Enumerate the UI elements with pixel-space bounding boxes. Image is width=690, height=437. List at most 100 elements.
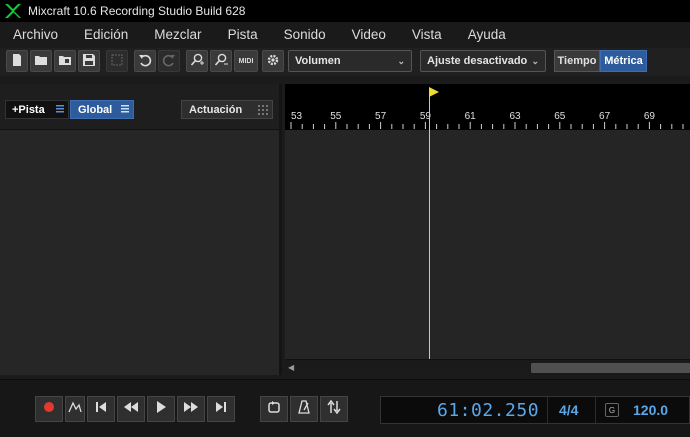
undo-icon: [138, 52, 152, 71]
save-button[interactable]: [78, 50, 100, 72]
ruler-label: 55: [330, 111, 342, 122]
transport-options: [260, 396, 350, 422]
timeline-area: 53 55 57 59 61 63 65 67 69 ◀: [285, 84, 690, 375]
mixcraft-window: Mixcraft 10.6 Recording Studio Build 628…: [0, 0, 690, 437]
undo-button[interactable]: [134, 50, 156, 72]
play-button[interactable]: [147, 396, 175, 422]
zoom-in-icon: [190, 52, 204, 71]
zoom-out-button[interactable]: [210, 50, 232, 72]
menu-lines-icon: [120, 104, 130, 117]
open-project-button[interactable]: [30, 50, 52, 72]
metric-mode-label: Métrica: [604, 55, 643, 67]
chevron-down-icon: ⌄: [531, 55, 539, 66]
time-signature[interactable]: 4/4: [559, 402, 578, 418]
redo-icon: [162, 52, 176, 71]
key-indicator[interactable]: G: [605, 403, 619, 417]
tracks-canvas[interactable]: [285, 130, 690, 359]
midi-button[interactable]: MIDI: [234, 50, 258, 72]
performance-button[interactable]: Actuación: [181, 100, 273, 119]
loop-button[interactable]: [260, 396, 288, 422]
playhead-marker-icon[interactable]: [429, 87, 441, 97]
transport-controls: [35, 396, 237, 422]
loop-icon: [266, 399, 282, 419]
up-down-arrows-icon: [326, 399, 342, 419]
gear-icon: [266, 52, 280, 71]
ruler-label: 63: [509, 111, 521, 122]
global-label: Global: [78, 103, 113, 116]
new-project-button[interactable]: [6, 50, 28, 72]
settings-button[interactable]: [262, 50, 284, 72]
window-title: Mixcraft 10.6 Recording Studio Build 628: [28, 4, 246, 18]
midi-label: MIDI: [238, 57, 254, 65]
time-readout[interactable]: 61:02.250: [437, 400, 539, 421]
mixcraft-logo-icon: [4, 3, 22, 19]
rewind-button[interactable]: [117, 396, 145, 422]
horizontal-scrollbar[interactable]: ◀: [285, 359, 690, 375]
ruler-ticks: 53 55 57 59 61 63 65 67 69: [290, 111, 684, 129]
timeline-ruler[interactable]: 53 55 57 59 61 63 65 67 69: [285, 84, 690, 130]
record-button[interactable]: [35, 396, 63, 422]
chevron-down-icon: ⌄: [397, 55, 405, 66]
view-mode-select[interactable]: Volumen ⌄: [288, 50, 412, 72]
snap-select[interactable]: Ajuste desactivado ⌄: [420, 50, 546, 72]
menu-edicion[interactable]: Edición: [71, 27, 141, 42]
add-track-button[interactable]: +Pista: [5, 100, 69, 119]
track-panel-header: +Pista Global Actuación: [0, 84, 279, 130]
go-to-end-button[interactable]: [207, 396, 235, 422]
metric-mode-button[interactable]: Métrica: [600, 50, 647, 72]
new-file-icon: [10, 52, 24, 71]
metronome-icon: [296, 399, 312, 419]
menu-sonido[interactable]: Sonido: [271, 27, 339, 42]
record-options-button[interactable]: [65, 396, 85, 422]
performance-label: Actuación: [189, 103, 243, 116]
select-tool-button[interactable]: [106, 50, 128, 72]
time-mode-label: Tiempo: [557, 55, 597, 67]
metronome-button[interactable]: [290, 396, 318, 422]
envelope-icon: [67, 399, 83, 419]
tempo-readout[interactable]: 120.0: [633, 402, 668, 418]
menu-archivo[interactable]: Archivo: [0, 27, 71, 42]
menu-ayuda[interactable]: Ayuda: [455, 27, 519, 42]
selection-box-icon: [110, 52, 124, 71]
track-panel: +Pista Global Actuación: [0, 84, 282, 375]
menu-lines-icon: [55, 104, 65, 117]
recent-folder-icon: [58, 52, 72, 71]
record-icon: [41, 399, 57, 419]
menu-video[interactable]: Video: [339, 27, 399, 42]
global-track-button[interactable]: Global: [70, 100, 134, 119]
ruler-label: 61: [465, 111, 477, 122]
zoom-out-icon: [214, 52, 228, 71]
fast-forward-icon: [183, 399, 199, 419]
lcd-divider: [547, 397, 548, 423]
tempo-sync-button[interactable]: [320, 396, 348, 422]
ruler-label: 65: [554, 111, 566, 122]
view-mode-value: Volumen: [295, 55, 341, 67]
scroll-left-icon[interactable]: ◀: [288, 363, 294, 372]
menu-mezclar[interactable]: Mezclar: [141, 27, 214, 42]
fast-forward-button[interactable]: [177, 396, 205, 422]
snap-value: Ajuste desactivado: [427, 55, 528, 67]
redo-button[interactable]: [158, 50, 180, 72]
skip-back-icon: [93, 399, 109, 419]
ruler-label: 57: [375, 111, 387, 122]
menu-vista[interactable]: Vista: [399, 27, 455, 42]
main-toolbar: MIDI Volumen ⌄ Ajuste desactivado ⌄ Tiem…: [0, 48, 690, 76]
folder-icon: [34, 52, 48, 71]
open-recent-button[interactable]: [54, 50, 76, 72]
grid-icon: [258, 105, 268, 118]
position-display: 61:02.250 4/4 G 120.0: [380, 396, 690, 424]
play-icon: [153, 399, 169, 419]
ruler-label: 67: [599, 111, 611, 122]
playhead-line[interactable]: [429, 89, 430, 359]
lcd-divider: [595, 397, 596, 423]
zoom-in-button[interactable]: [186, 50, 208, 72]
menu-pista[interactable]: Pista: [215, 27, 271, 42]
add-track-label: +Pista: [12, 103, 45, 116]
menu-bar: Archivo Edición Mezclar Pista Sonido Vid…: [0, 22, 690, 47]
time-mode-button[interactable]: Tiempo: [554, 50, 600, 72]
skip-forward-icon: [213, 399, 229, 419]
go-to-start-button[interactable]: [87, 396, 115, 422]
rewind-icon: [123, 399, 139, 419]
scrollbar-thumb[interactable]: [531, 363, 690, 373]
track-list: [0, 131, 279, 375]
